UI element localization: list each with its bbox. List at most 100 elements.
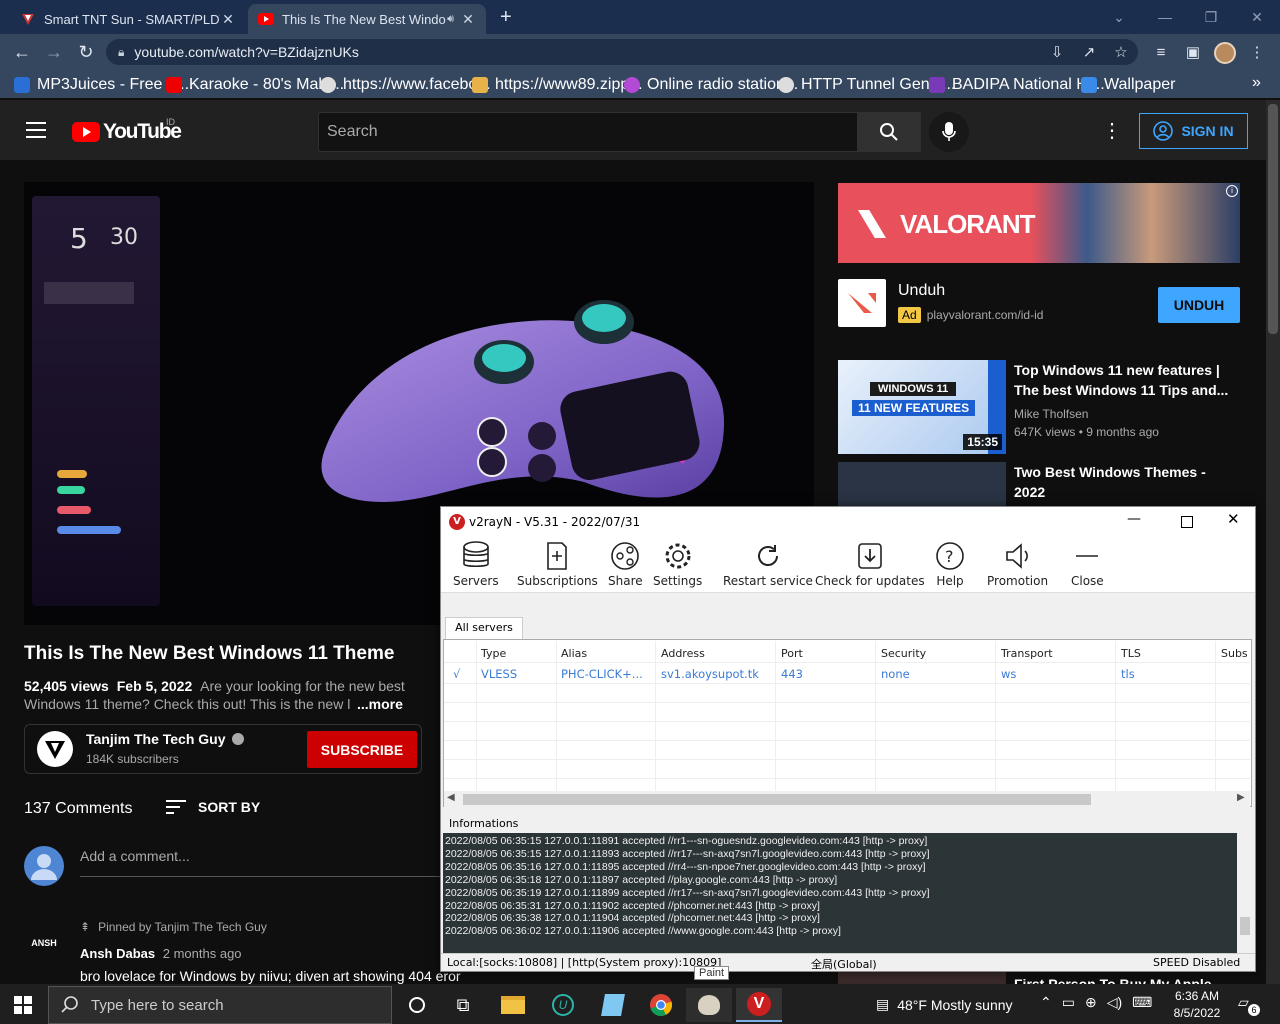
commenter-avatar[interactable]: ANSH	[28, 922, 60, 954]
bookmark-item[interactable]: https://www89.zipp...	[472, 76, 643, 94]
scrollbar-thumb[interactable]	[463, 794, 1091, 805]
column-address[interactable]: Address	[661, 647, 705, 660]
ad-download-button[interactable]: UNDUH	[1158, 287, 1240, 323]
tab-smart[interactable]: Smart TNT Sun - SMART/PLDT - l ✕	[10, 4, 246, 34]
tab-youtube[interactable]: This Is The New Best Windo 🔊︎ ✕	[248, 4, 486, 34]
servers-button[interactable]: Servers	[453, 541, 499, 588]
column-security[interactable]: Security	[881, 647, 926, 660]
notepad-icon[interactable]	[590, 988, 636, 1022]
column-type[interactable]: Type	[481, 647, 506, 660]
search-input[interactable]: Search	[318, 112, 858, 152]
cell-transport[interactable]: ws	[1001, 667, 1016, 681]
column-alias[interactable]: Alias	[561, 647, 587, 660]
notifications-icon[interactable]: ▱ 6	[1238, 994, 1260, 1016]
column-subs[interactable]: Subs	[1221, 647, 1248, 660]
comment-author[interactable]: Ansh Dabas	[80, 946, 155, 961]
related-thumbnail[interactable]: WINDOWS 11 11 NEW FEATURES 15:35	[838, 360, 1006, 454]
scroll-right-icon[interactable]: ▶	[1237, 792, 1245, 803]
promotion-button[interactable]: Promotion	[987, 541, 1048, 588]
minimize-icon[interactable]: —	[1142, 0, 1188, 34]
task-view-icon[interactable]: ⧉	[440, 988, 486, 1022]
bookmark-item[interactable]: https://www.facebo...	[320, 76, 491, 94]
url-bar[interactable]: 🔒︎ youtube.com/watch?v=BZidajznUKs	[106, 39, 1138, 65]
keyboard-icon[interactable]: ⌨	[1132, 994, 1152, 1011]
file-explorer-icon[interactable]	[490, 988, 536, 1022]
chrome-icon[interactable]	[638, 988, 684, 1022]
minimize-icon[interactable]: —	[1127, 511, 1141, 527]
new-tab-button[interactable]: +	[500, 6, 512, 29]
star-icon[interactable]: ☆	[1110, 42, 1132, 62]
settings-button[interactable]: Settings	[653, 541, 702, 588]
sign-in-button[interactable]: SIGN IN	[1139, 113, 1248, 149]
cell-port[interactable]: 443	[781, 667, 803, 681]
bookmarks-overflow[interactable]: »	[1252, 74, 1261, 92]
cell-security[interactable]: none	[881, 667, 910, 681]
scrollbar-thumb[interactable]	[1268, 104, 1278, 334]
ad-title[interactable]: Unduh	[898, 282, 945, 300]
close-icon[interactable]: ✕	[1234, 0, 1280, 34]
taskbar-search-input[interactable]: Type here to search	[48, 986, 392, 1024]
add-comment-input[interactable]: Add a comment...	[80, 848, 190, 864]
close-button[interactable]: Close	[1071, 541, 1104, 588]
related-thumbnail[interactable]	[838, 972, 1006, 984]
settings-menu-icon[interactable]: ⋮	[1102, 118, 1122, 143]
column-port[interactable]: Port	[781, 647, 803, 660]
hamburger-icon[interactable]	[26, 122, 46, 138]
ad-thumbnail[interactable]	[838, 279, 886, 327]
channel-avatar[interactable]	[37, 731, 73, 767]
cell-address[interactable]: sv1.akoysupot.tk	[661, 667, 759, 681]
cortana-icon[interactable]	[394, 988, 440, 1022]
comment-time[interactable]: 2 months ago	[163, 946, 242, 961]
related-title[interactable]: Two Best Windows Themes - 2022	[1014, 462, 1206, 502]
chevron-down-icon[interactable]: ⌄	[1096, 0, 1142, 34]
meet-icon[interactable]: ▭	[1062, 994, 1075, 1011]
restore-icon[interactable]: ❐	[1188, 0, 1234, 34]
chevron-up-icon[interactable]: ⌃	[1040, 994, 1052, 1011]
bookmark-item[interactable]: Karaoke - 80's Male...	[166, 76, 344, 94]
info-icon[interactable]: i	[1226, 185, 1238, 197]
avatar[interactable]	[1214, 42, 1236, 64]
column-transport[interactable]: Transport	[1001, 647, 1053, 660]
sort-by-button[interactable]: SORT BY	[166, 799, 260, 815]
install-icon[interactable]: ⇩	[1046, 42, 1068, 62]
close-icon[interactable]: ✕	[460, 11, 476, 28]
subscribe-button[interactable]: SUBSCRIBE	[307, 731, 417, 768]
youtube-logo[interactable]: YouTube	[72, 120, 182, 144]
bookmark-item[interactable]: Online radio station...	[624, 76, 798, 94]
media-icon[interactable]: ≡	[1150, 42, 1172, 62]
clock[interactable]: 6:36 AM 8/5/2022	[1168, 988, 1226, 1022]
paint-icon[interactable]	[686, 988, 732, 1022]
volume-icon[interactable]: ◁)	[1107, 994, 1122, 1011]
scroll-left-icon[interactable]: ◀	[447, 792, 455, 803]
cell-alias[interactable]: PHC-CLICK+...	[561, 667, 643, 681]
video-description[interactable]: 52,405 views Feb 5, 2022 Are your lookin…	[24, 676, 414, 696]
speaker-icon[interactable]: 🔊︎	[447, 13, 454, 26]
weather-widget[interactable]: ▤ 48°F Mostly sunny	[876, 996, 1013, 1013]
menu-icon[interactable]: ⋮	[1246, 42, 1268, 62]
close-icon[interactable]: ✕	[220, 11, 236, 28]
help-button[interactable]: ? Help	[935, 541, 965, 588]
start-button[interactable]	[0, 988, 46, 1022]
log-scrollbar[interactable]	[1237, 833, 1253, 953]
share-button[interactable]: Share	[608, 541, 643, 588]
restart-service-button[interactable]: Restart service	[723, 541, 813, 588]
related-title[interactable]: First Person To Buy My Apple	[1014, 974, 1244, 984]
related-thumbnail[interactable]	[838, 462, 1006, 506]
bookmark-item[interactable]: Wallpaper	[1081, 76, 1175, 94]
column-tls[interactable]: TLS	[1121, 647, 1141, 660]
search-button[interactable]	[857, 112, 921, 152]
channel-name[interactable]: Tanjim The Tech Guy	[86, 731, 244, 747]
cell-type[interactable]: VLESS	[481, 667, 517, 681]
maximize-icon[interactable]	[1181, 516, 1193, 528]
ad-banner[interactable]: VALORANT	[838, 183, 1240, 263]
app-icon[interactable]: U	[540, 988, 586, 1022]
tab-all-servers[interactable]: All servers	[445, 617, 523, 639]
server-list[interactable]	[443, 639, 1252, 807]
cell-tls[interactable]: tls	[1121, 667, 1135, 681]
scrollbar-thumb[interactable]	[1240, 917, 1250, 935]
close-icon[interactable]: ✕	[1227, 510, 1240, 528]
forward-icon[interactable]: →	[42, 42, 66, 62]
sidepanel-icon[interactable]: ▣	[1182, 42, 1204, 62]
bookmark-item[interactable]: BADIPA National Hi...	[929, 76, 1105, 94]
share-icon[interactable]: ↗	[1078, 42, 1100, 62]
